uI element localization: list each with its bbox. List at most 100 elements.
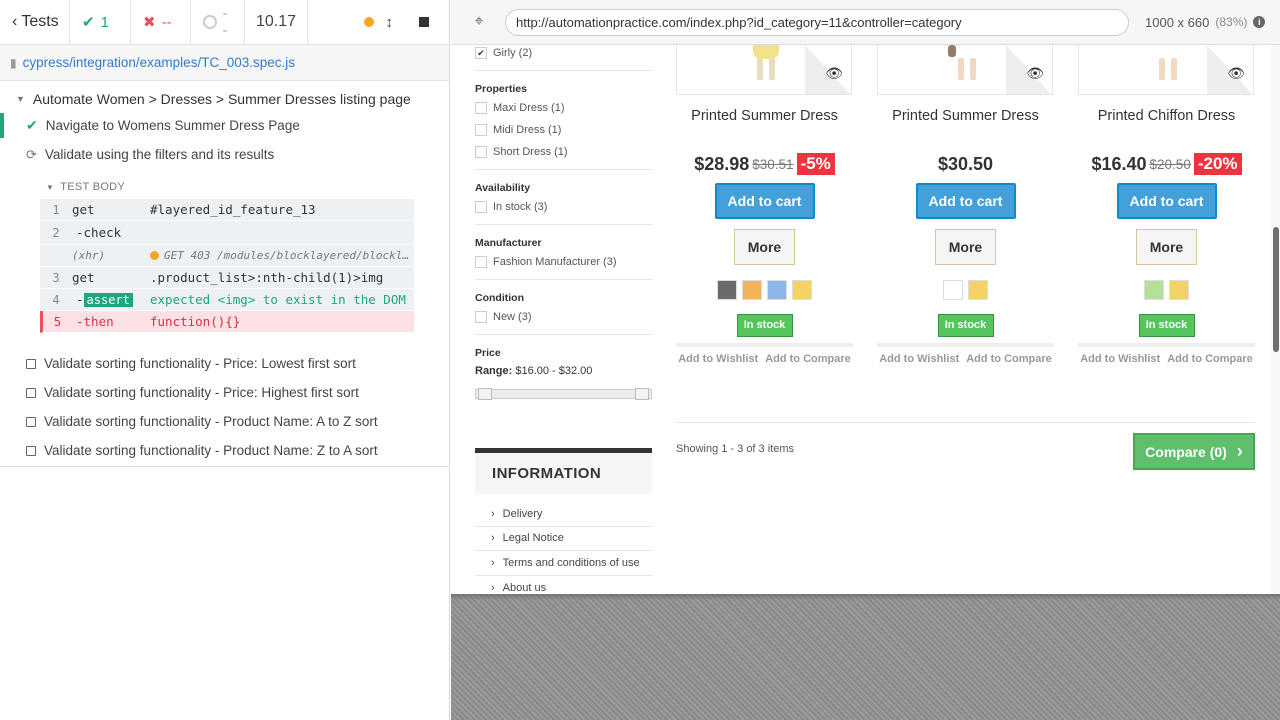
filter-in-stock[interactable]: In stock (3) [475,196,652,218]
filter-short-dress[interactable]: Short Dress (1) [475,141,652,163]
command-row[interactable]: 2 -check [40,221,414,245]
passed-count[interactable]: ✔ 1 [70,0,131,44]
checkbox-icon[interactable] [475,102,487,114]
pending-test-row[interactable]: Validate sorting functionality - Price: … [0,378,449,407]
filter-fashion-manufacturer[interactable]: Fashion Manufacturer (3) [475,251,652,273]
stop-icon[interactable] [419,17,429,27]
filter-new[interactable]: New (3) [475,306,652,328]
pending-test-row[interactable]: Validate sorting functionality - Price: … [0,349,449,378]
cypress-runner: ‹ Tests ✔ 1 ✖ -- -- 10.17 ↕ ▮ cypress/in… [0,0,1280,720]
test-row-running[interactable]: ⟳ Validate using the filters and its res… [0,140,449,169]
selector-playground-crosshair-icon[interactable]: ⌖ [469,13,489,31]
slider-handle-max[interactable] [635,388,649,400]
dress-image [753,45,779,80]
filter-midi-dress[interactable]: Midi Dress (1) [475,119,652,141]
test-title: Validate sorting functionality - Price: … [44,356,356,371]
color-swatch[interactable] [1169,280,1189,300]
file-icon: ▮ [10,55,17,70]
auto-scroll-icon[interactable]: ↕ [386,14,394,31]
add-to-compare-link[interactable]: Add to Compare [1167,353,1253,365]
command-number: 2 [52,225,60,240]
viewport-zoom: (83%) [1215,15,1248,29]
color-swatch[interactable] [742,280,762,300]
information-block: INFORMATION › Delivery › Legal Notice › Ter… [475,448,652,594]
more-button[interactable]: More [734,229,795,265]
url-field[interactable]: http://automationpractice.com/index.php?… [505,8,1129,36]
product-name[interactable]: Printed Summer Dress [676,108,853,126]
discount-badge: -5% [796,153,835,175]
filter-label: Maxi Dress (1) [493,102,565,114]
checkbox-icon[interactable] [475,124,487,136]
add-to-wishlist-link[interactable]: Add to Wishlist [879,353,959,365]
assert-row[interactable]: 4 - assert expected <img> to exist in the… [40,289,414,311]
add-to-compare-link[interactable]: Add to Compare [966,353,1052,365]
command-row[interactable]: 1 get #layered_id_feature_13 [40,199,414,221]
compare-button[interactable]: Compare (0) › [1133,433,1255,470]
product-name[interactable]: Printed Summer Dress [877,108,1054,126]
checkbox-icon[interactable] [475,201,487,213]
color-swatch[interactable] [943,280,963,300]
filter-title-price: Price [475,347,501,359]
product-actions: Add to Wishlist Add to Compare [676,343,853,371]
checkbox-icon[interactable] [475,146,487,158]
add-to-cart-button[interactable]: Add to cart [915,183,1016,219]
scrollbar-thumb[interactable] [1273,227,1279,352]
eye-icon[interactable]: 👁 [1227,65,1245,82]
failed-count[interactable]: ✖ -- [131,0,191,44]
pending-count[interactable]: -- [191,0,245,44]
product-image[interactable]: 👁 [877,45,1053,95]
color-swatch[interactable] [792,280,812,300]
running-indicator-icon [363,17,374,27]
pending-test-row[interactable]: Validate sorting functionality - Product… [0,407,449,436]
checkbox-icon[interactable] [475,311,487,323]
test-body-header[interactable]: ▼ TEST BODY [40,175,414,199]
filter-girly[interactable]: ✔ Girly (2) [475,45,652,64]
slider-handle-min[interactable] [478,388,492,400]
scrollbar[interactable] [1271,45,1280,594]
pending-test-row[interactable]: Validate sorting functionality - Product… [0,436,449,465]
add-to-cart-button[interactable]: Add to cart [1116,183,1217,219]
add-to-wishlist-link[interactable]: Add to Wishlist [678,353,758,365]
tests-back-button[interactable]: ‹ Tests [0,0,70,44]
add-to-cart-button[interactable]: Add to cart [714,183,815,219]
price: $30.50 [937,153,994,174]
product-image[interactable]: 👁 [676,45,852,95]
test-row-passed[interactable]: ✔ Navigate to Womens Summer Dress Page [0,111,449,140]
check-icon: ✔ [82,14,95,31]
color-swatch[interactable] [1144,280,1164,300]
product-name[interactable]: Printed Chiffon Dress [1078,108,1255,126]
info-link-terms[interactable]: › Terms and conditions of use [475,551,652,576]
product-image[interactable]: 👁 [1078,45,1254,95]
pending-number: -- [222,5,228,39]
assert-badge: assert [83,293,133,307]
color-swatch[interactable] [767,280,787,300]
color-swatch[interactable] [717,280,737,300]
info-link-delivery[interactable]: › Delivery [475,502,652,527]
viewport-info[interactable]: 1000 x 660 (83%) i [1145,15,1266,30]
eye-icon[interactable]: 👁 [825,65,843,82]
xhr-row[interactable]: (xhr) GET 403 /modules/blocklayered/bloc… [40,245,414,267]
info-link-label: Legal Notice [502,532,564,545]
info-icon[interactable]: i [1253,16,1266,28]
spec-path-link[interactable]: cypress/integration/examples/TC_003.spec… [23,55,295,70]
filter-label: Midi Dress (1) [493,124,562,136]
eye-icon[interactable]: 👁 [1026,65,1044,82]
suite-title[interactable]: ▼ Automate Women > Dresses > Summer Dres… [0,81,449,111]
filter-maxi-dress[interactable]: Maxi Dress (1) [475,97,652,119]
discount-badge: -20% [1193,153,1242,175]
failed-command-row[interactable]: 5 -then function(){} [40,311,414,333]
more-button[interactable]: More [935,229,996,265]
checkbox-icon[interactable] [475,256,487,268]
command-row[interactable]: 3 get .product_list>:nth-child(1)>img [40,267,414,289]
command-number: 3 [52,270,60,285]
more-button[interactable]: More [1136,229,1197,265]
add-to-wishlist-link[interactable]: Add to Wishlist [1080,353,1160,365]
add-to-compare-link[interactable]: Add to Compare [765,353,851,365]
checked-checkbox-icon[interactable]: ✔ [475,47,487,59]
info-link-about-us[interactable]: › About us [475,576,652,595]
price-slider[interactable] [475,388,652,400]
info-link-legal-notice[interactable]: › Legal Notice [475,527,652,551]
information-list: › Delivery › Legal Notice › Terms and condi… [475,502,652,594]
command-message: expected <img> to exist in the DOM [150,292,406,307]
color-swatch[interactable] [968,280,988,300]
